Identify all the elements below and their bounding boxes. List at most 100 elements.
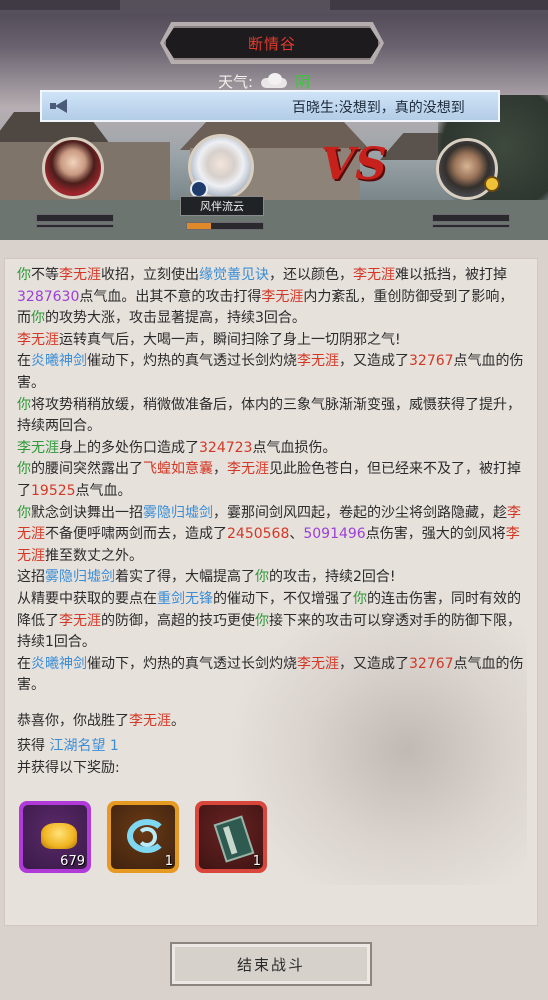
highlight-text: 缘觉善见诀: [199, 267, 269, 283]
battle-log-panel: 你不等李无涯收招，立刻使出缘觉善见诀，还以颜色，李无涯难以抵挡，被打掉32876…: [4, 258, 538, 926]
log-text: 点气血。出其不意的攻击打得: [79, 288, 262, 305]
highlight-text: 雾隐归墟剑: [143, 504, 213, 521]
highlight-text: 324723: [199, 439, 253, 456]
log-entry: 你不等李无涯收招，立刻使出缘觉善见诀，还以颜色，李无涯难以抵挡，被打掉32876…: [17, 265, 527, 330]
log-text: ，霎那间剑风四起，卷起的沙尘将剑路隐藏，趁: [213, 504, 507, 521]
log-text: 不等: [31, 267, 59, 283]
log-entry: 你默念剑诀舞出一招雾隐归墟剑，霎那间剑风四起，卷起的沙尘将剑路隐藏，趁李无涯不备…: [17, 503, 527, 568]
skill-book-icon: [213, 815, 255, 863]
log-text: 催动下，灼热的真气透过长剑灼烧: [87, 353, 297, 370]
weather-label: 天气:: [218, 72, 254, 91]
highlight-text: 32767: [409, 655, 454, 672]
highlight-text: 李无涯: [129, 712, 171, 729]
highlight-text: 3287630: [17, 288, 80, 305]
highlight-text: 5091496: [303, 526, 366, 543]
location-title: 断情谷: [247, 34, 296, 53]
reward-items: 679 1 1: [19, 801, 267, 873]
highlight-text: 你: [255, 569, 269, 586]
highlight-text: 你: [17, 396, 31, 413]
log-entry: 李无涯运转真气后，大喝一声，瞬间扫除了身上一切阴邪之气!: [17, 330, 527, 352]
highlight-text: 你: [17, 504, 31, 521]
companion-name-tag: 风伴流云: [180, 196, 264, 216]
log-text: 点气血。: [75, 482, 132, 499]
log-text: 推至数丈之外。: [45, 547, 143, 564]
highlight-text: 李无涯: [17, 439, 59, 456]
player-hp-bar: [36, 214, 114, 222]
highlight-text: 雾隐归墟剑: [45, 569, 115, 586]
log-text: 将攻势稍稍放缓，稍微做准备后，体内的三象气脉渐渐变强，威慑获得了提升，持续两回合…: [17, 396, 521, 435]
highlight-text: 2450568: [227, 526, 290, 543]
log-text: 的攻击，持续2回合!: [269, 569, 396, 586]
log-text: 在: [17, 353, 31, 370]
highlight-text: 李无涯: [297, 353, 339, 370]
log-text: 着实了得，大幅提高了: [115, 569, 255, 586]
broadcast-text: 百晓生:没想到，真的没想到: [292, 100, 465, 116]
highlight-text: 李无涯: [59, 612, 101, 629]
log-text: 的攻势大涨，攻击显著提高，持续3回合。: [45, 310, 306, 327]
highlight-text: 32767: [409, 353, 454, 370]
companion-hp-bar: [186, 222, 264, 230]
enemy-rank-badge-icon: [484, 176, 500, 192]
log-text: 恭喜你，你战胜了: [17, 712, 129, 729]
reward-item[interactable]: 679: [19, 801, 91, 873]
highlight-text: 李无涯: [297, 655, 339, 672]
reward-item[interactable]: 1: [107, 801, 179, 873]
log-text: 的腰间突然露出了: [31, 461, 143, 478]
highlight-text: 你: [17, 461, 31, 478]
reward-qty: 1: [252, 854, 261, 869]
highlight-text: 炎曦神剑: [31, 353, 87, 370]
log-text: 运转真气后，大喝一声，瞬间扫除了身上一切阴邪之气!: [59, 331, 401, 348]
log-entry: 这招雾隐归墟剑着实了得，大幅提高了你的攻击，持续2回合!: [17, 567, 527, 589]
enemy-hp-bar: [432, 214, 510, 222]
gold-ingot-icon: [41, 823, 77, 849]
reward-item[interactable]: 1: [195, 801, 267, 873]
weather-indicator: 天气: 阴: [218, 70, 310, 92]
log-text: 的催动下，不仅增强了: [213, 590, 353, 607]
reputation-gain-line: 获得 江湖名望 1: [17, 736, 527, 758]
log-entry: 在炎曦神剑催动下，灼热的真气透过长剑灼烧李无涯，又造成了32767点气血的伤害。: [17, 351, 527, 394]
player-portrait[interactable]: [42, 137, 104, 199]
log-text: 的防御，高超的技巧更使: [101, 612, 255, 629]
cloud-icon: [259, 73, 289, 89]
log-text: 收招，立刻使出: [101, 267, 199, 283]
highlight-text: 你: [31, 310, 45, 327]
log-entry: 你的腰间突然露出了飞蝗如意囊，李无涯见此脸色苍白，但已经来不及了，被打掉了195…: [17, 459, 527, 502]
log-text: 难以抵挡，被打掉: [395, 267, 507, 283]
megaphone-icon: [50, 99, 68, 113]
highlight-text: 李无涯: [227, 461, 269, 478]
log-text: 。: [171, 712, 185, 729]
log-text: 不备便呼啸两剑而去，造成了: [45, 526, 227, 543]
highlight-text: 你: [353, 590, 367, 607]
reward-qty: 1: [164, 854, 173, 869]
log-text: 在: [17, 655, 31, 672]
log-entry: 在炎曦神剑催动下，灼热的真气透过长剑灼烧李无涯，又造成了32767点气血的伤害。: [17, 654, 527, 697]
enemy-energy-bar: [432, 224, 510, 228]
log-entry: 李无涯身上的多处伤口造成了324723点气血损伤。: [17, 438, 527, 460]
battle-header: 断情谷 天气: 阴 百晓生:没想到，真的没想到 风伴流云 VS: [0, 0, 548, 240]
log-text: 、: [289, 526, 304, 543]
battle-log[interactable]: 你不等李无涯收招，立刻使出缘觉善见诀，还以颜色，李无涯难以抵挡，被打掉32876…: [17, 265, 527, 780]
location-title-plate: 断情谷: [164, 26, 380, 60]
highlight-text: 炎曦神剑: [31, 655, 87, 672]
highlight-text: 李无涯: [353, 267, 395, 283]
log-text: ，还以颜色，: [269, 267, 353, 283]
highlight-text: 重剑无锋: [157, 590, 213, 607]
log-entry: 你将攻势稍稍放缓，稍微做准备后，体内的三象气脉渐渐变强，威慑获得了提升，持续两回…: [17, 395, 527, 438]
weather-value: 阴: [295, 72, 311, 91]
broadcast-banner[interactable]: 百晓生:没想到，真的没想到: [40, 90, 500, 122]
victory-line: 恭喜你，你战胜了李无涯。: [17, 711, 527, 733]
highlight-text: 李无涯: [59, 267, 101, 283]
log-text: 身上的多处伤口造成了: [59, 439, 199, 456]
vs-emblem: VS: [321, 138, 387, 190]
log-text: 催动下，灼热的真气透过长剑灼烧: [87, 655, 297, 672]
log-entry: 从精要中获取的要点在重剑无锋的催动下，不仅增强了你的连击伤害，同时有效的降低了李…: [17, 589, 527, 654]
highlight-text: 李无涯: [17, 331, 59, 348]
player-energy-bar: [36, 224, 114, 228]
highlight-text: 你: [255, 612, 269, 629]
log-text: 默念剑诀舞出一招: [31, 504, 143, 521]
log-text: 从精要中获取的要点在: [17, 590, 157, 607]
highlight-text: 飞蝗如意囊: [143, 461, 213, 478]
top-strip: [0, 0, 548, 14]
end-battle-button[interactable]: 结束战斗: [170, 942, 372, 986]
log-text: 获得: [17, 738, 50, 755]
